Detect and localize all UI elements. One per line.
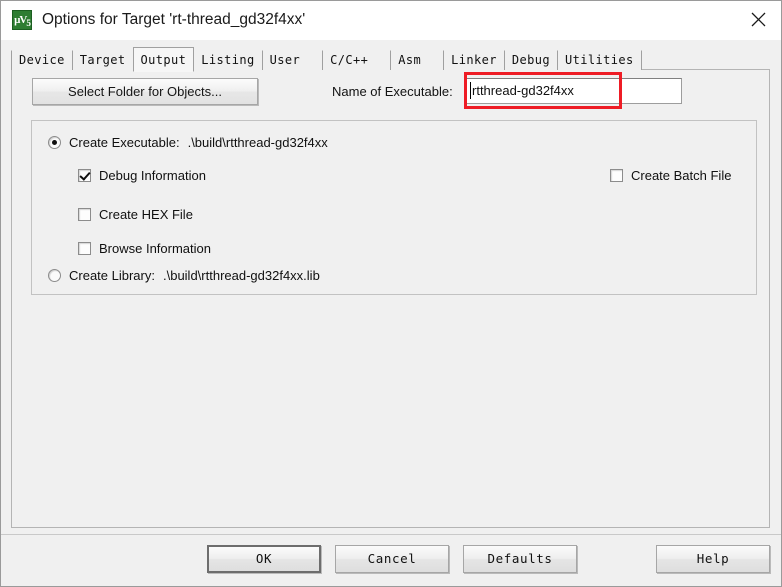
tab-label: Listing xyxy=(201,53,255,67)
cancel-button[interactable]: Cancel xyxy=(335,545,449,573)
tab-label: Linker xyxy=(451,53,497,67)
checkbox-indicator-icon xyxy=(78,208,91,221)
title-bar: µV5 Options for Target 'rt-thread_gd32f4… xyxy=(1,1,781,40)
name-of-executable-label: Name of Executable: xyxy=(332,84,453,99)
tab-c-cpp[interactable]: C/C++ xyxy=(322,50,392,70)
browse-information-checkbox[interactable]: Browse Information xyxy=(78,241,211,256)
tab-output[interactable]: Output xyxy=(132,47,195,72)
tab-label: Device xyxy=(19,53,65,67)
output-tab-page: Select Folder for Objects... Name of Exe… xyxy=(11,69,770,528)
tab-label: Asm xyxy=(398,53,422,67)
output-top-row: Select Folder for Objects... Name of Exe… xyxy=(12,70,769,122)
create-batch-file-checkbox[interactable]: Create Batch File xyxy=(610,168,731,183)
debug-information-label: Debug Information xyxy=(99,168,206,183)
checkbox-indicator-icon xyxy=(78,169,91,182)
create-library-radio[interactable]: Create Library: .\build\rtthread-gd32f4x… xyxy=(48,268,320,283)
tab-label: Output xyxy=(140,53,187,67)
select-folder-for-objects-button[interactable]: Select Folder for Objects... xyxy=(32,78,258,105)
name-of-executable-input[interactable]: rtthread-gd32f4xx xyxy=(465,78,682,104)
create-batch-file-label: Create Batch File xyxy=(631,168,732,183)
create-library-path: .\build\rtthread-gd32f4xx.lib xyxy=(162,268,320,283)
tab-debug[interactable]: Debug xyxy=(503,50,558,70)
tab-label: Target xyxy=(79,53,126,67)
create-library-label: Create Library: xyxy=(69,268,155,283)
text-caret xyxy=(470,82,471,99)
options-dialog: µV5 Options for Target 'rt-thread_gd32f4… xyxy=(0,0,782,587)
tab-target[interactable]: Target xyxy=(71,50,134,70)
tab-user[interactable]: User xyxy=(261,50,324,70)
tab-listing[interactable]: Listing xyxy=(193,50,263,70)
tab-asm[interactable]: Asm xyxy=(390,50,445,70)
tab-utilities[interactable]: Utilities xyxy=(557,50,642,70)
create-executable-radio[interactable]: Create Executable: .\build\rtthread-gd32… xyxy=(48,135,328,150)
tab-label: C/C++ xyxy=(330,53,369,67)
create-hex-file-label: Create HEX File xyxy=(99,207,193,222)
create-executable-label: Create Executable: xyxy=(69,135,180,150)
output-options-group: Create Executable: .\build\rtthread-gd32… xyxy=(31,120,757,295)
window-title: Options for Target 'rt-thread_gd32f4xx' xyxy=(42,11,306,28)
browse-information-label: Browse Information xyxy=(99,241,211,256)
uvision-logo-icon: µV5 xyxy=(12,10,32,30)
name-of-executable-value: rtthread-gd32f4xx xyxy=(472,83,574,98)
tab-label: Utilities xyxy=(565,53,634,67)
create-executable-path: .\build\rtthread-gd32f4xx xyxy=(187,135,328,150)
tab-label: User xyxy=(269,53,301,67)
help-button[interactable]: Help xyxy=(656,545,770,573)
radio-indicator-icon xyxy=(48,269,61,282)
tab-device[interactable]: Device xyxy=(11,50,73,70)
checkbox-indicator-icon xyxy=(78,242,91,255)
defaults-button[interactable]: Defaults xyxy=(463,545,577,573)
close-icon[interactable] xyxy=(735,1,781,38)
tab-label: Debug xyxy=(511,53,550,67)
ok-button[interactable]: OK xyxy=(207,545,321,573)
radio-indicator-icon xyxy=(48,136,61,149)
debug-information-checkbox[interactable]: Debug Information xyxy=(78,168,206,183)
tab-strip: Device Target Output Listing User C/C++ … xyxy=(11,47,781,72)
tab-linker[interactable]: Linker xyxy=(443,50,505,70)
create-hex-file-checkbox[interactable]: Create HEX File xyxy=(78,207,193,222)
dialog-button-bar: OK Cancel Defaults Help xyxy=(1,534,781,586)
checkbox-indicator-icon xyxy=(610,169,623,182)
